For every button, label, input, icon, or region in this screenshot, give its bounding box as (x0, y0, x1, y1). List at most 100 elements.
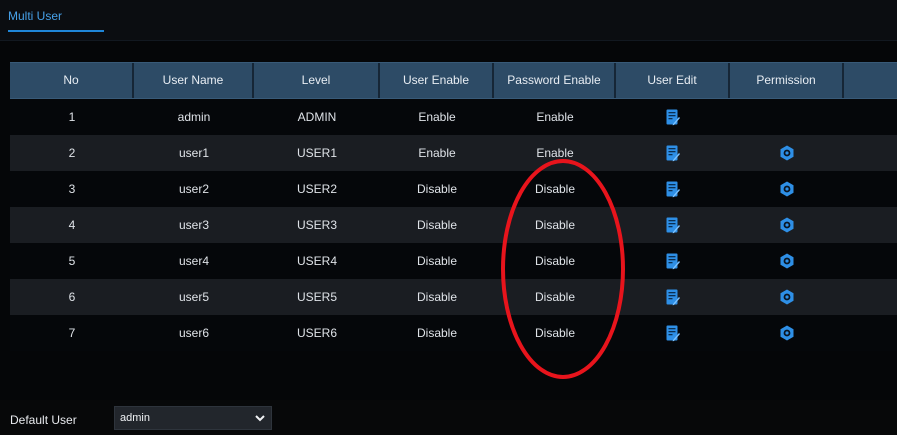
row-number-cell: 1 (10, 99, 134, 135)
user-enable-status: Disable (416, 218, 458, 232)
user-enable-status: Disable (416, 326, 458, 340)
gear-icon[interactable] (779, 181, 795, 197)
header-user-edit: User Edit (616, 63, 730, 98)
user-level: USER1 (296, 146, 337, 160)
row-number: 4 (68, 218, 76, 232)
password-enable-status-cell: Disable (494, 279, 616, 315)
user-enable-status: Enable (418, 110, 456, 124)
header-user-name: User Name (134, 63, 254, 98)
user-edit-cell (616, 135, 730, 171)
user-enable-status-cell: Disable (380, 279, 494, 315)
user-name: user1 (178, 146, 210, 160)
gear-icon[interactable] (779, 217, 795, 233)
row-number: 1 (68, 110, 76, 124)
gear-icon[interactable] (779, 145, 795, 161)
password-enable-status: Enable (536, 146, 574, 160)
password-enable-status: Enable (536, 110, 574, 124)
user-table: No User Name Level User Enable Password … (10, 62, 897, 351)
edit-icon[interactable] (666, 145, 680, 162)
user-name-cell: user6 (134, 315, 254, 351)
extra-cell (844, 315, 897, 351)
row-number-cell: 7 (10, 315, 134, 351)
header-extra (844, 63, 897, 98)
password-enable-status-cell: Disable (494, 171, 616, 207)
tab-multi-user[interactable]: Multi User (8, 9, 62, 29)
user-edit-cell (616, 99, 730, 135)
user-level-cell: USER6 (254, 315, 380, 351)
permission-cell (730, 279, 844, 315)
table-row: 5 user4 USER4 Disable Disable (10, 243, 897, 279)
password-enable-status-cell: Enable (494, 135, 616, 171)
row-number-cell: 3 (10, 171, 134, 207)
user-enable-status-cell: Disable (380, 243, 494, 279)
extra-cell (844, 279, 897, 315)
user-level: ADMIN (297, 110, 337, 124)
extra-cell (844, 171, 897, 207)
active-tab-indicator (8, 30, 104, 32)
user-enable-status: Enable (418, 146, 456, 160)
user-name-cell: admin (134, 99, 254, 135)
edit-icon[interactable] (666, 217, 680, 234)
chevron-down-icon (255, 415, 265, 422)
default-user-select[interactable]: admin (114, 406, 272, 430)
user-level-cell: USER4 (254, 243, 380, 279)
edit-icon[interactable] (666, 289, 680, 306)
row-number-cell: 4 (10, 207, 134, 243)
user-enable-status-cell: Disable (380, 315, 494, 351)
table-body: 1 admin ADMIN Enable Enable 2 user1 USER1 Enable… (10, 99, 897, 351)
gear-icon[interactable] (779, 289, 795, 305)
gear-icon[interactable] (779, 253, 795, 269)
password-enable-status-cell: Disable (494, 243, 616, 279)
edit-icon[interactable] (666, 253, 680, 270)
row-number: 3 (68, 182, 76, 196)
user-level: USER2 (296, 182, 337, 196)
row-number: 5 (68, 254, 76, 268)
user-name-cell: user2 (134, 171, 254, 207)
user-name: user5 (178, 290, 210, 304)
user-name-cell: user3 (134, 207, 254, 243)
user-enable-status: Disable (416, 290, 458, 304)
permission-cell (730, 99, 844, 135)
permission-cell (730, 135, 844, 171)
default-user-value: admin (120, 412, 150, 424)
header-user-enable: User Enable (380, 63, 494, 98)
user-enable-status-cell: Enable (380, 135, 494, 171)
edit-icon[interactable] (666, 325, 680, 342)
user-level: USER4 (296, 254, 337, 268)
extra-cell (844, 243, 897, 279)
row-number-cell: 2 (10, 135, 134, 171)
user-enable-status: Disable (416, 254, 458, 268)
user-name-cell: user5 (134, 279, 254, 315)
user-name-cell: user4 (134, 243, 254, 279)
user-enable-status-cell: Enable (380, 99, 494, 135)
user-edit-cell (616, 315, 730, 351)
table-row: 4 user3 USER3 Disable Disable (10, 207, 897, 243)
password-enable-status-cell: Disable (494, 315, 616, 351)
header-permission: Permission (730, 63, 844, 98)
user-name: user6 (178, 326, 210, 340)
password-enable-status-cell: Enable (494, 99, 616, 135)
permission-cell (730, 171, 844, 207)
permission-cell (730, 207, 844, 243)
user-enable-status-cell: Disable (380, 207, 494, 243)
user-level-cell: USER1 (254, 135, 380, 171)
header-password-enable: Password Enable (494, 63, 616, 98)
table-row: 3 user2 USER2 Disable Disable (10, 171, 897, 207)
default-user-label: Default User (10, 413, 77, 427)
user-name: admin (177, 110, 211, 124)
row-number-cell: 6 (10, 279, 134, 315)
password-enable-status-cell: Disable (494, 207, 616, 243)
user-level: USER6 (296, 326, 337, 340)
user-level-cell: USER2 (254, 171, 380, 207)
password-enable-status: Disable (534, 218, 576, 232)
user-level-cell: ADMIN (254, 99, 380, 135)
edit-icon[interactable] (666, 181, 680, 198)
gear-icon[interactable] (779, 325, 795, 341)
user-level: USER3 (296, 218, 337, 232)
edit-icon[interactable] (666, 109, 680, 126)
user-level-cell: USER5 (254, 279, 380, 315)
password-enable-status: Disable (534, 290, 576, 304)
user-edit-cell (616, 207, 730, 243)
user-level-cell: USER3 (254, 207, 380, 243)
header-level: Level (254, 63, 380, 98)
